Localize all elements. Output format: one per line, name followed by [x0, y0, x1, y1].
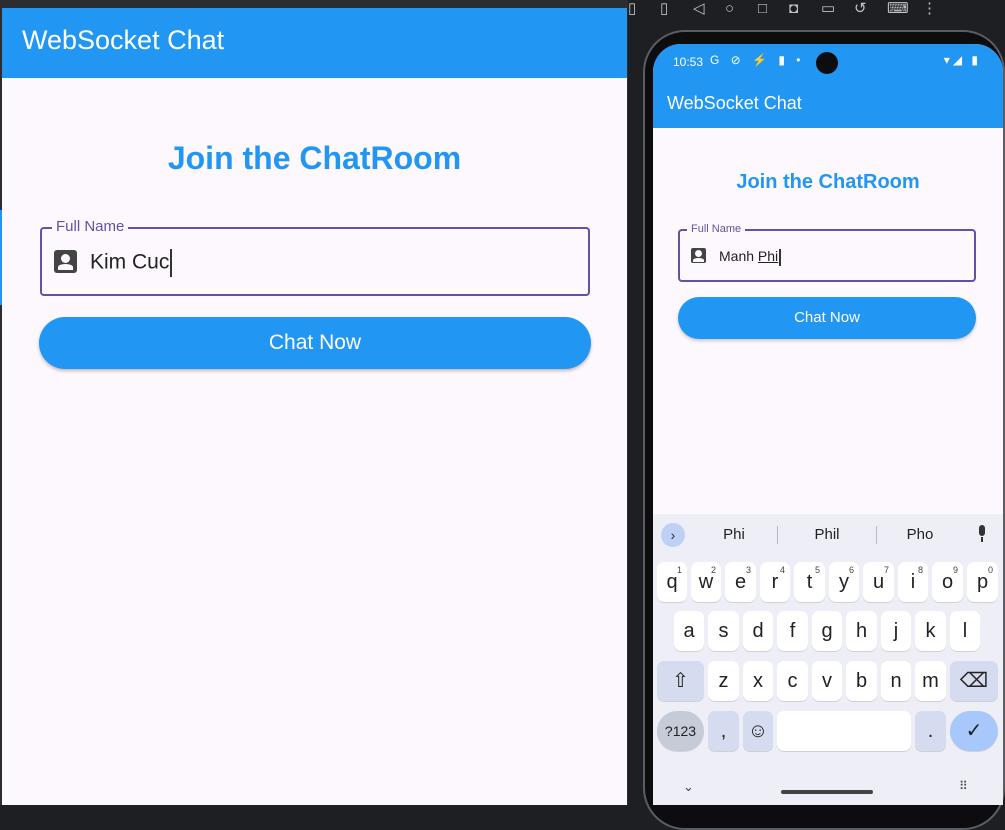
status-time: 10:53	[673, 55, 704, 69]
phone-screen: 10:53 G ⊘ ⚡ ▮ • ▾◢ ▮ WebSocket Chat Join…	[653, 44, 1003, 805]
status-bar: 10:53 G ⊘ ⚡ ▮ • ▾◢ ▮	[653, 44, 1003, 84]
key-o[interactable]: o9	[932, 562, 963, 602]
suggestion-strip: › Phi Phil Pho	[653, 514, 1003, 556]
keyboard-settings-icon[interactable]: ⌨	[887, 0, 909, 18]
key-j[interactable]: j	[881, 611, 911, 651]
page-title: Join the ChatRoom	[736, 171, 920, 193]
desktop-edge-accent	[0, 210, 2, 305]
suggestion-divider	[876, 526, 877, 544]
full-name-value: Kim Cuc	[90, 250, 170, 274]
camera-cutout	[816, 52, 838, 74]
back-icon[interactable]: ◁	[693, 0, 705, 18]
key-i[interactable]: i8	[898, 562, 928, 602]
key-r[interactable]: r4	[760, 562, 790, 602]
person-icon	[54, 250, 77, 273]
page-title: Join the ChatRoom	[167, 140, 462, 176]
key-a[interactable]: a	[674, 611, 704, 651]
phone-appbar: WebSocket Chat	[653, 84, 1003, 128]
rotate-right-icon[interactable]: ▯	[660, 0, 668, 18]
chat-now-button[interactable]: Chat Now	[678, 297, 976, 339]
desktop-window: WebSocket Chat Join the ChatRoom Full Na…	[0, 0, 628, 805]
keyboard-switch-icon[interactable]: ⠿	[959, 779, 968, 793]
navigation-bar: ⌄ ⠿	[653, 776, 1003, 805]
key-x[interactable]: x	[743, 661, 773, 701]
full-name-label: Full Name	[52, 218, 129, 235]
key-c[interactable]: c	[777, 661, 808, 701]
expand-icon[interactable]: ›	[661, 523, 685, 547]
key-n[interactable]: n	[881, 661, 911, 701]
status-notification-icons: G ⊘ ⚡ ▮ •	[710, 53, 805, 67]
space-key[interactable]	[777, 711, 911, 751]
shift-key[interactable]: ⇧	[657, 661, 704, 701]
backspace-key[interactable]: ⌫	[950, 661, 998, 701]
key-b[interactable]: b	[846, 661, 877, 701]
key-k[interactable]: k	[915, 611, 946, 651]
desktop-body: Join the ChatRoom Full Name Kim Cuc Chat…	[2, 78, 627, 805]
comma-key[interactable]: ,	[708, 711, 739, 751]
text-caret	[170, 249, 173, 277]
person-icon	[691, 248, 706, 263]
key-z[interactable]: z	[708, 661, 739, 701]
home-icon[interactable]: ○	[725, 0, 734, 18]
desktop-appbar: WebSocket Chat	[2, 8, 627, 78]
chat-now-button[interactable]: Chat Now	[39, 317, 591, 369]
full-name-value-first: Manh	[719, 248, 755, 264]
suggestion-3[interactable]: Pho	[880, 526, 960, 543]
microphone-icon[interactable]	[977, 525, 987, 542]
camera-icon[interactable]: ◘	[789, 0, 798, 18]
full-name-value-last: Phi	[757, 248, 779, 264]
suggestion-1[interactable]: Phi	[694, 526, 774, 543]
key-t[interactable]: t5	[794, 562, 825, 602]
text-caret	[779, 248, 782, 266]
replay-icon[interactable]: ↺	[854, 0, 867, 18]
gesture-handle[interactable]	[781, 790, 873, 794]
key-q[interactable]: q1	[657, 562, 687, 602]
record-icon[interactable]: ▭	[821, 0, 835, 18]
hide-keyboard-icon[interactable]: ⌄	[683, 779, 694, 795]
full-name-label: Full Name	[687, 223, 746, 235]
suggestion-2[interactable]: Phil	[787, 526, 867, 543]
period-key[interactable]: .	[915, 711, 946, 751]
symbols-key[interactable]: ?123	[657, 711, 704, 751]
desktop-titlebar	[0, 0, 628, 8]
suggestion-divider	[777, 526, 778, 544]
key-w[interactable]: w2	[691, 562, 721, 602]
appbar-title: WebSocket Chat	[22, 25, 225, 55]
overview-icon[interactable]: □	[758, 0, 767, 18]
key-p[interactable]: p0	[967, 562, 998, 602]
emoji-key[interactable]: ☺	[743, 711, 773, 751]
full-name-input[interactable]: Manh Phi	[719, 248, 782, 266]
key-l[interactable]: l	[950, 611, 980, 651]
key-f[interactable]: f	[777, 611, 808, 651]
appbar-title: WebSocket Chat	[667, 93, 802, 113]
key-v[interactable]: v	[812, 661, 842, 701]
full-name-field[interactable]: Full Name Manh Phi	[678, 223, 976, 282]
status-signal-battery-icons: ▾◢ ▮	[943, 53, 981, 67]
full-name-field[interactable]: Full Name Kim Cuc	[40, 218, 590, 296]
full-name-input[interactable]: Kim Cuc	[90, 249, 173, 277]
key-y[interactable]: y6	[829, 562, 859, 602]
phone-body: Join the ChatRoom Full Name Manh Phi Cha…	[653, 128, 1003, 514]
soft-keyboard: › Phi Phil Pho q1 w2 e3 r4 t5 y6 u7 i8 o…	[653, 514, 1003, 805]
more-icon[interactable]: ⋮	[922, 0, 937, 18]
rotate-left-icon[interactable]: ▯	[628, 0, 636, 18]
key-s[interactable]: s	[708, 611, 739, 651]
key-d[interactable]: d	[743, 611, 773, 651]
key-u[interactable]: u7	[863, 562, 894, 602]
enter-key[interactable]: ✓	[950, 711, 998, 751]
key-h[interactable]: h	[846, 611, 877, 651]
key-e[interactable]: e3	[725, 562, 756, 602]
key-g[interactable]: g	[812, 611, 842, 651]
emulator-toolbar: ▯ ▯ ◁ ○ □ ◘ ▭ ↺ ⌨ ⋮	[628, 0, 1005, 22]
key-m[interactable]: m	[915, 661, 946, 701]
